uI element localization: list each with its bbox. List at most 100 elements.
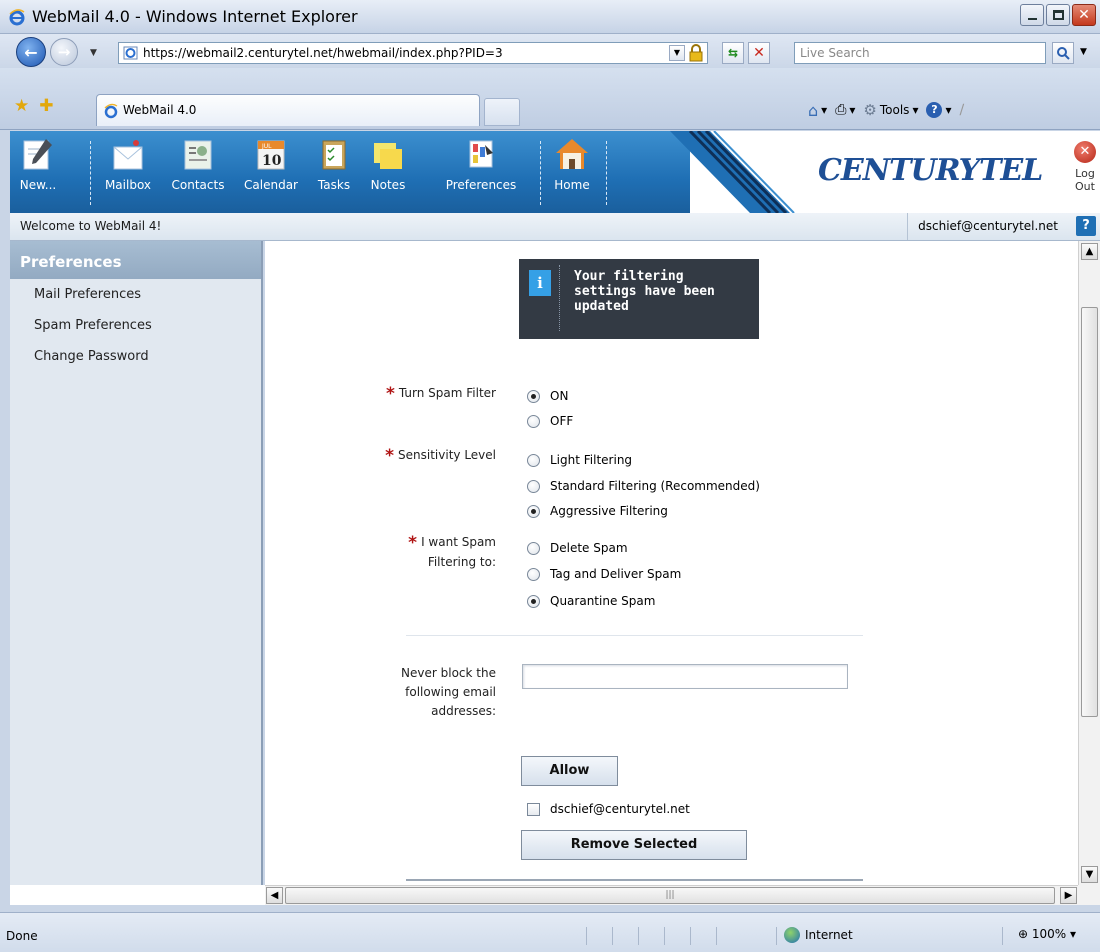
whitelist-entry[interactable]: dschief@centurytel.net xyxy=(527,802,690,816)
never-block-label: Never block the following email addresse… xyxy=(401,666,496,718)
address-dropdown-button[interactable]: ▼ xyxy=(669,45,685,61)
sidebar: Preferences Mail Preferences Spam Prefer… xyxy=(10,241,263,885)
calendar-icon: JUL 10 xyxy=(257,140,285,170)
notes-button[interactable]: Notes xyxy=(366,135,410,192)
search-icon xyxy=(1057,47,1070,60)
calendar-month: JUL xyxy=(261,143,272,150)
mailbox-button[interactable]: Mailbox xyxy=(100,135,156,192)
logout-label: Log Out xyxy=(1075,167,1095,193)
allow-button[interactable]: Allow xyxy=(521,756,618,786)
maximize-button[interactable] xyxy=(1046,4,1070,26)
clipboard-icon xyxy=(322,140,346,170)
never-block-email-input[interactable] xyxy=(522,664,848,689)
help-menu[interactable]: ? ▾ xyxy=(926,102,952,118)
remove-selected-button[interactable]: Remove Selected xyxy=(521,830,747,860)
radio-selected[interactable] xyxy=(527,504,540,518)
printer-icon: ⎙ xyxy=(835,102,847,118)
minimize-button[interactable] xyxy=(1020,4,1044,26)
scroll-corner xyxy=(1078,885,1100,905)
favorites-center[interactable]: ★ ✚ xyxy=(14,96,54,116)
option-label: ON xyxy=(550,389,569,403)
sidebar-item-mail-preferences[interactable]: Mail Preferences xyxy=(10,279,261,310)
back-button[interactable]: ← xyxy=(16,37,46,67)
radio[interactable] xyxy=(527,567,540,581)
forward-arrow-icon: → xyxy=(57,43,71,61)
horizontal-scroll-thumb[interactable]: ||| xyxy=(285,887,1055,904)
vertical-scrollbar[interactable]: ▲ ▼ xyxy=(1078,241,1100,885)
centurytel-logo: CENTURYTEL xyxy=(818,153,1043,188)
option-label: Standard Filtering (Recommended) xyxy=(550,479,760,493)
forward-button[interactable]: → xyxy=(50,38,78,66)
search-button[interactable] xyxy=(1052,42,1074,64)
recent-pages-dropdown[interactable]: ▼ xyxy=(90,48,97,58)
option-label: Tag and Deliver Spam xyxy=(550,567,682,581)
status-divider xyxy=(638,927,639,945)
scroll-left-arrow[interactable]: ◀ xyxy=(266,887,283,904)
scroll-up-arrow[interactable]: ▲ xyxy=(1081,243,1098,260)
radio[interactable] xyxy=(527,453,540,467)
scroll-right-arrow[interactable]: ▶ xyxy=(1060,887,1077,904)
lock-icon[interactable] xyxy=(687,44,705,62)
delete-spam-option[interactable]: Delete Spam xyxy=(527,541,628,555)
preferences-button[interactable]: Preferences xyxy=(438,135,524,192)
help-button[interactable]: ? xyxy=(1076,216,1096,236)
option-label: Aggressive Filtering xyxy=(550,504,668,518)
scroll-down-arrow[interactable]: ▼ xyxy=(1081,866,1098,883)
ie-page-icon xyxy=(104,103,118,119)
tag-deliver-spam-option[interactable]: Tag and Deliver Spam xyxy=(527,567,681,581)
live-search-input[interactable]: Live Search xyxy=(794,42,1046,64)
research-icon[interactable]: ∕ xyxy=(960,102,965,118)
spam-filter-on-option[interactable]: ON xyxy=(527,389,568,403)
radio[interactable] xyxy=(527,414,540,428)
aggressive-filtering-option[interactable]: Aggressive Filtering xyxy=(527,504,668,518)
sidebar-item-change-password[interactable]: Change Password xyxy=(10,341,261,372)
zoom-control[interactable]: ⊕ 100% ▾ xyxy=(1018,927,1076,941)
tools-menu[interactable]: ⚙ Tools ▾ xyxy=(863,101,918,119)
compose-icon xyxy=(23,139,52,170)
address-bar[interactable]: https://webmail2.centurytel.net/hwebmail… xyxy=(118,42,708,64)
standard-filtering-option[interactable]: Standard Filtering (Recommended) xyxy=(527,479,760,493)
status-divider xyxy=(586,927,587,945)
radio-selected[interactable] xyxy=(527,389,540,403)
stop-button[interactable]: ✕ xyxy=(748,42,770,64)
security-zone[interactable]: Internet xyxy=(784,927,853,943)
contacts-button[interactable]: Contacts xyxy=(166,135,230,192)
tasks-button[interactable]: Tasks xyxy=(312,135,356,192)
section-divider xyxy=(406,635,863,636)
tab-webmail[interactable]: WebMail 4.0 xyxy=(96,94,480,126)
spam-filter-off-option[interactable]: OFF xyxy=(527,414,573,428)
contacts-label: Contacts xyxy=(171,178,225,192)
url-text: https://webmail2.centurytel.net/hwebmail… xyxy=(143,46,503,60)
status-divider xyxy=(690,927,691,945)
status-divider xyxy=(776,927,777,945)
radio[interactable] xyxy=(527,541,540,555)
radio-selected[interactable] xyxy=(527,594,540,608)
logout-icon: ✕ xyxy=(1074,141,1096,163)
new-label: New... xyxy=(19,178,57,192)
home-button[interactable]: Home xyxy=(550,135,594,192)
sidebar-item-spam-preferences[interactable]: Spam Preferences xyxy=(10,310,261,341)
radio[interactable] xyxy=(527,479,540,493)
calendar-button[interactable]: JUL 10 Calendar xyxy=(238,135,304,192)
checkbox[interactable] xyxy=(527,802,540,816)
user-email: dschief@centurytel.net xyxy=(907,213,1068,240)
refresh-button[interactable]: ⇆ xyxy=(722,42,744,64)
print-button[interactable]: ⎙ ▾ xyxy=(835,102,855,118)
favorites-star-icon[interactable]: ★ xyxy=(14,96,29,116)
logout-button[interactable]: ✕ Log Out xyxy=(1070,141,1100,193)
close-window-button[interactable]: ✕ xyxy=(1072,4,1096,26)
minimize-icon xyxy=(1027,18,1037,20)
tab-title: WebMail 4.0 xyxy=(123,103,197,117)
vertical-scroll-thumb[interactable] xyxy=(1081,307,1098,717)
help-icon: ? xyxy=(926,102,943,118)
new-button[interactable]: New... xyxy=(16,135,60,192)
horizontal-scrollbar[interactable]: ◀ ||| ▶ xyxy=(265,885,1078,905)
new-tab-button[interactable] xyxy=(484,98,520,126)
light-filtering-option[interactable]: Light Filtering xyxy=(527,453,632,467)
search-options-dropdown[interactable]: ▼ xyxy=(1080,47,1087,57)
home-browser-button[interactable]: ⌂ ▾ xyxy=(808,101,827,120)
calendar-label: Calendar xyxy=(244,178,298,192)
stop-icon: ✕ xyxy=(753,45,765,61)
add-favorites-icon[interactable]: ✚ xyxy=(39,96,53,116)
quarantine-spam-option[interactable]: Quarantine Spam xyxy=(527,594,655,608)
